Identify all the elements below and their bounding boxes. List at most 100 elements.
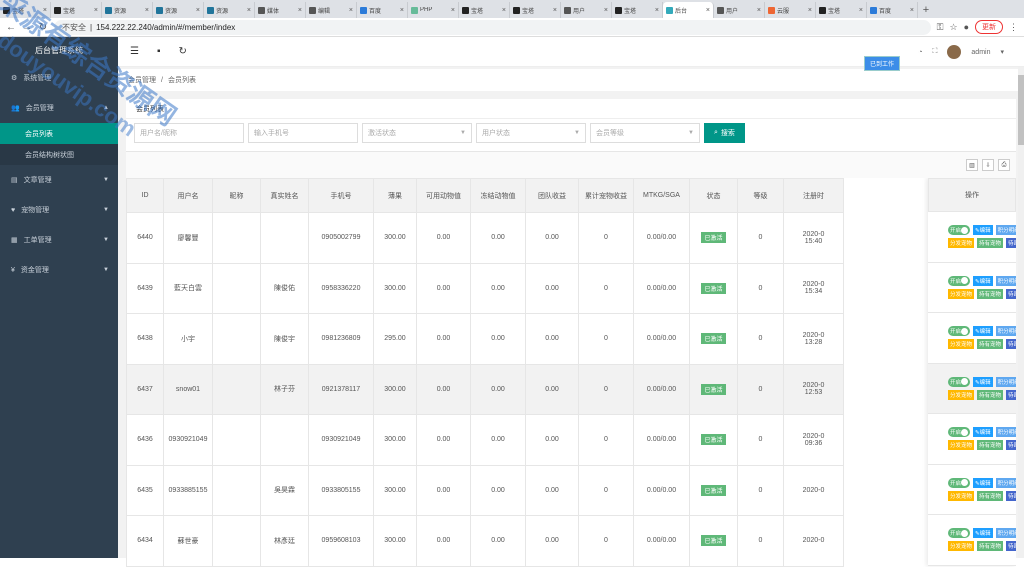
browser-tab[interactable]: 宝塔 ×	[816, 2, 867, 18]
table-row[interactable]: 6438 小宇 陳俊宇 0981236809 295.00 0.00 0.00 0.00 0 0.…	[126, 313, 844, 365]
breadcrumb-item[interactable]: 会员管理	[128, 75, 156, 85]
close-icon[interactable]: ×	[553, 7, 557, 14]
close-icon[interactable]: ×	[247, 7, 251, 14]
holding-pet-button[interactable]: 持有宠物	[977, 238, 1004, 249]
column-header[interactable]: 累计宠物收益	[578, 178, 634, 213]
member-level-select[interactable]: 会员等级 ▼	[590, 123, 700, 143]
sidebar-item[interactable]: ¥ 资金管理 ▼	[0, 255, 118, 285]
chat-icon[interactable]: ▪	[157, 46, 161, 57]
pending-match-button[interactable]: 待匹配	[1006, 440, 1016, 451]
column-header[interactable]: 昵称	[212, 178, 261, 213]
close-icon[interactable]: ×	[757, 7, 761, 14]
column-header[interactable]: MTKG/SGA	[633, 178, 690, 213]
browser-tab[interactable]: 百度 ×	[867, 2, 918, 18]
more-icon[interactable]: ⋮	[1009, 22, 1018, 33]
enable-toggle[interactable]: 开启	[948, 225, 971, 236]
column-header[interactable]: 手机号	[308, 178, 374, 213]
browser-tab[interactable]: 宝塔 ×	[459, 2, 510, 18]
menu-toggle-icon[interactable]: ☰	[130, 46, 139, 57]
sidebar-item[interactable]: ♥ 宠物管理 ▼	[0, 195, 118, 225]
table-row[interactable]: 6440 廖馨豐 0905002799 300.00 0.00 0.00 0.00 0 0.00…	[126, 212, 844, 264]
columns-icon[interactable]: ▥	[966, 159, 978, 171]
sidebar-item[interactable]: ▦ 工单管理 ▼	[0, 225, 118, 255]
sidebar-subitem[interactable]: 会员结构树状图	[0, 144, 118, 165]
browser-tab[interactable]: 宝塔 ×	[612, 2, 663, 18]
distribute-pet-button[interactable]: 分发宠物	[948, 541, 975, 552]
export-icon[interactable]: ⇩	[982, 159, 994, 171]
enable-toggle[interactable]: 开启	[948, 528, 971, 539]
close-icon[interactable]: ×	[145, 7, 149, 14]
user-status-select[interactable]: 用户状态 ▼	[476, 123, 586, 143]
theme-icon[interactable]: ◔	[918, 49, 922, 56]
pending-match-button[interactable]: 待匹配	[1006, 339, 1016, 350]
distribute-pet-button[interactable]: 分发宠物	[948, 440, 975, 451]
edit-button[interactable]: ✎编辑	[973, 477, 993, 488]
distribute-pet-button[interactable]: 分发宠物	[948, 288, 975, 299]
key-icon[interactable]: ⚿	[937, 22, 944, 33]
browser-tab[interactable]: 百度 ×	[357, 2, 408, 18]
points-detail-button[interactable]: 积分明细	[995, 326, 1016, 337]
browser-tab[interactable]: 宝塔 ×	[0, 2, 51, 18]
browser-tab[interactable]: 宝塔 ×	[510, 2, 561, 18]
points-detail-button[interactable]: 积分明细	[995, 528, 1016, 539]
search-button[interactable]: ⌕ 搜索	[704, 123, 745, 143]
admin-user[interactable]: admin	[971, 49, 990, 56]
close-icon[interactable]: ×	[604, 7, 608, 14]
points-detail-button[interactable]: 积分明细	[995, 275, 1016, 286]
browser-tab[interactable]: 后台 ×	[663, 2, 714, 18]
points-detail-button[interactable]: 积分明细	[995, 376, 1016, 387]
pending-match-button[interactable]: 待匹配	[1006, 541, 1016, 552]
close-icon[interactable]: ×	[451, 7, 455, 14]
edit-button[interactable]: ✎编辑	[973, 225, 993, 236]
holding-pet-button[interactable]: 持有宠物	[977, 339, 1004, 350]
column-header[interactable]: 等级	[737, 178, 784, 213]
edit-button[interactable]: ✎编辑	[973, 528, 993, 539]
close-icon[interactable]: ×	[43, 7, 47, 14]
sidebar-item[interactable]: 👥 会员管理 ▲	[0, 93, 118, 123]
distribute-pet-button[interactable]: 分发宠物	[948, 339, 975, 350]
edit-button[interactable]: ✎编辑	[973, 376, 993, 387]
edit-button[interactable]: ✎编辑	[973, 275, 993, 286]
distribute-pet-button[interactable]: 分发宠物	[948, 490, 975, 501]
holding-pet-button[interactable]: 持有宠物	[977, 541, 1004, 552]
column-header[interactable]: 团队收益	[525, 178, 579, 213]
browser-tab[interactable]: 云服 ×	[765, 2, 816, 18]
close-icon[interactable]: ×	[196, 7, 200, 14]
enable-toggle[interactable]: 开启	[948, 427, 971, 438]
security-indicator[interactable]: 不安全	[62, 22, 86, 33]
close-icon[interactable]: ×	[808, 7, 812, 14]
sidebar-item[interactable]: ▤ 文章管理 ▼	[0, 165, 118, 195]
browser-tab[interactable]: PHP ×	[408, 2, 459, 18]
browser-tab[interactable]: 用户 ×	[561, 2, 612, 18]
new-tab-button[interactable]: +	[918, 2, 934, 18]
column-header[interactable]: 冻结动物值	[470, 178, 526, 213]
browser-tab[interactable]: 编辑 ×	[306, 2, 357, 18]
edit-button[interactable]: ✎编辑	[973, 427, 993, 438]
column-header[interactable]: 可用动物值	[416, 178, 471, 213]
pending-match-button[interactable]: 待匹配	[1006, 389, 1016, 400]
points-detail-button[interactable]: 积分明细	[995, 225, 1016, 236]
close-icon[interactable]: ×	[298, 7, 302, 14]
refresh-icon[interactable]: ↻	[179, 46, 187, 57]
update-button[interactable]: 更新	[975, 20, 1003, 34]
column-header[interactable]: ID	[126, 178, 164, 213]
close-icon[interactable]: ×	[655, 7, 659, 14]
table-row[interactable]: 6435 0933885155 吳昊霖 0933805155 300.00 0.00 0.0…	[126, 464, 844, 516]
forward-icon[interactable]: →	[22, 22, 32, 33]
table-row[interactable]: 6437 snow01 林子芬 0921378117 300.00 0.00 0.00 0.0…	[126, 363, 844, 415]
username-input[interactable]: 用户名/昵称	[134, 123, 244, 143]
avatar[interactable]	[947, 45, 962, 59]
profile-icon[interactable]: ●	[964, 22, 969, 32]
address-bar[interactable]: 不安全 | 154.222.22.240/admin/#/member/inde…	[54, 19, 931, 35]
back-icon[interactable]: ←	[6, 22, 16, 33]
enable-toggle[interactable]: 开启	[948, 376, 971, 387]
points-detail-button[interactable]: 积分明细	[995, 477, 1016, 488]
activate-status-select[interactable]: 激活状态 ▼	[362, 123, 472, 143]
enable-toggle[interactable]: 开启	[948, 477, 971, 488]
print-icon[interactable]: ⎙	[998, 159, 1010, 171]
close-icon[interactable]: ×	[706, 7, 710, 14]
status-badge[interactable]: 已到工作	[864, 56, 901, 71]
browser-tab[interactable]: 媒体 ×	[255, 2, 306, 18]
column-header[interactable]: 薄果	[373, 178, 417, 213]
pending-match-button[interactable]: 待匹配	[1006, 288, 1016, 299]
